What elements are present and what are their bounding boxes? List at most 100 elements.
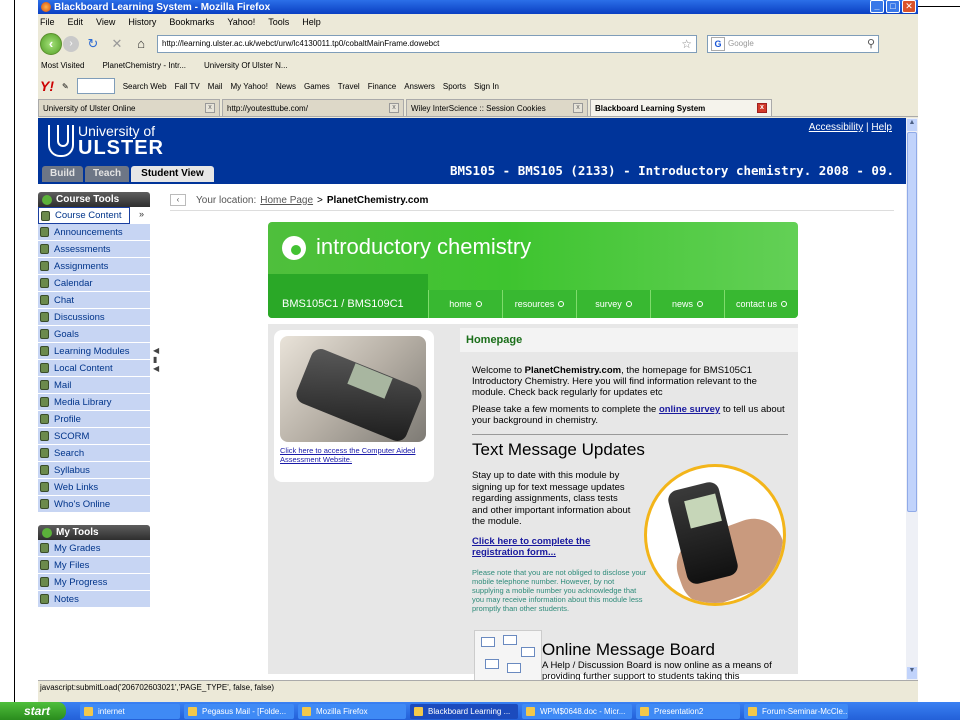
nav-learning-modules[interactable]: Learning Modules: [38, 343, 150, 360]
task-presentation2[interactable]: Presentation2: [636, 703, 740, 719]
menu-news-link[interactable]: news: [650, 290, 724, 318]
yahoo-finance[interactable]: Finance: [368, 82, 396, 91]
pencil-icon[interactable]: ✎: [62, 82, 69, 91]
search-icon[interactable]: ⚲: [867, 37, 875, 50]
nav-discussions[interactable]: Discussions: [38, 309, 150, 326]
menu-view[interactable]: View: [96, 17, 115, 27]
yahoo-search-web[interactable]: Search Web: [123, 82, 167, 91]
task-forum-seminar[interactable]: Forum-Seminar-McCle...: [744, 703, 848, 719]
tab-build[interactable]: Build: [42, 166, 83, 182]
menu-contact-link[interactable]: contact us: [724, 290, 798, 318]
menu-label: resources: [514, 299, 555, 309]
vertical-scrollbar[interactable]: ▲ ▼: [906, 118, 918, 680]
bookmark-ulster[interactable]: University Of Ulster N...: [204, 61, 288, 70]
yahoo-my-yahoo[interactable]: My Yahoo!: [230, 82, 268, 91]
assessment-website-link[interactable]: Click here to access the Computer Aided …: [280, 446, 430, 464]
stop-icon[interactable]: ✕: [107, 36, 127, 52]
nav-announcements[interactable]: Announcements: [38, 224, 150, 241]
reload-icon[interactable]: ↻: [83, 36, 103, 52]
menu-home-link[interactable]: home: [428, 290, 502, 318]
online-survey-link[interactable]: online survey: [659, 404, 720, 415]
nav-local-content[interactable]: Local Content: [38, 360, 150, 377]
task-blackboard[interactable]: Blackboard Learning ...: [410, 703, 518, 719]
bookmark-planetchemistry[interactable]: PlanetChemistry - Intr...: [102, 61, 186, 70]
yahoo-games[interactable]: Games: [304, 82, 330, 91]
yahoo-fall-tv[interactable]: Fall TV: [175, 82, 200, 91]
nav-my-grades[interactable]: My Grades: [38, 540, 150, 557]
nav-scorm[interactable]: SCORM: [38, 428, 150, 445]
menu-tools[interactable]: Tools: [268, 17, 289, 27]
bookmark-most-visited[interactable]: Most Visited: [41, 61, 84, 70]
nav-notes[interactable]: Notes: [38, 591, 150, 608]
yahoo-news[interactable]: News: [276, 82, 296, 91]
home-icon[interactable]: ⌂: [131, 36, 151, 51]
menu-yahoo[interactable]: Yahoo!: [227, 17, 255, 27]
back-icon[interactable]: ‹: [40, 32, 62, 55]
yahoo-mail[interactable]: Mail: [208, 82, 223, 91]
start-button[interactable]: start: [0, 702, 66, 720]
accessibility-link[interactable]: Accessibility: [809, 122, 863, 133]
yahoo-sign-in[interactable]: Sign In: [474, 82, 499, 91]
nav-media-library[interactable]: Media Library: [38, 394, 150, 411]
help-link[interactable]: Help: [871, 122, 892, 133]
menu-file[interactable]: File: [40, 17, 55, 27]
close-button[interactable]: ✕: [902, 0, 916, 13]
tab-close-icon[interactable]: x: [389, 103, 399, 113]
breadcrumb-home-link[interactable]: Home Page: [260, 195, 313, 206]
nav-course-content[interactable]: Course Content »: [38, 207, 144, 224]
nav-calendar[interactable]: Calendar: [38, 275, 150, 292]
tab-ulster-online[interactable]: University of Ulster Online x: [38, 99, 220, 116]
tab-youtesttube[interactable]: http://youtesttube.com/x: [222, 99, 404, 116]
menu-bookmarks[interactable]: Bookmarks: [169, 17, 214, 27]
desktop-left: [0, 0, 38, 702]
task-word-document[interactable]: WPM$0648.doc - Micr...: [522, 703, 632, 719]
tab-student-view[interactable]: Student View: [131, 166, 214, 182]
forward-icon[interactable]: ›: [63, 35, 79, 52]
nav-goals[interactable]: Goals: [38, 326, 150, 343]
nav-web-links[interactable]: Web Links: [38, 479, 150, 496]
scroll-up-icon[interactable]: ▲: [907, 119, 917, 131]
nav-search[interactable]: Search: [38, 445, 150, 462]
menu-edit[interactable]: Edit: [68, 17, 84, 27]
nav-my-files[interactable]: My Files: [38, 557, 150, 574]
yahoo-sports[interactable]: Sports: [443, 82, 466, 91]
yahoo-logo-icon[interactable]: Y!: [40, 78, 54, 94]
yahoo-search-input[interactable]: [76, 78, 115, 94]
tab-close-icon[interactable]: x: [573, 103, 583, 113]
scroll-down-icon[interactable]: ▼: [907, 667, 917, 679]
nav-mail[interactable]: Mail: [38, 377, 150, 394]
menu-history[interactable]: History: [128, 17, 156, 27]
tab-teach[interactable]: Teach: [85, 166, 130, 182]
menu-help[interactable]: Help: [302, 17, 321, 27]
bookmark-star-icon[interactable]: ☆: [681, 37, 692, 51]
minimize-button[interactable]: _: [870, 0, 884, 13]
scroll-thumb[interactable]: [907, 132, 917, 512]
collapse-chevron-icon[interactable]: »: [139, 209, 144, 219]
registration-form-link[interactable]: Click here to complete the registration …: [472, 536, 642, 558]
nav-whos-online[interactable]: Who's Online: [38, 496, 150, 513]
nav-assignments[interactable]: Assignments: [38, 258, 150, 275]
task-pegasus-mail[interactable]: Pegasus Mail - [Folde...: [184, 703, 294, 719]
menu-survey-link[interactable]: survey: [576, 290, 650, 318]
breadcrumb-back-icon[interactable]: ‹: [170, 194, 186, 206]
task-mozilla-firefox[interactable]: Mozilla Firefox: [298, 703, 406, 719]
maximize-button[interactable]: □: [886, 0, 900, 13]
menu-resources-link[interactable]: resources: [502, 290, 576, 318]
course-title: BMS105 - BMS105 (2133) - Introductory ch…: [449, 163, 894, 178]
nav-assessments[interactable]: Assessments: [38, 241, 150, 258]
nav-profile[interactable]: Profile: [38, 411, 150, 428]
collapse-nav-handle[interactable]: ◀ ▮ ◀: [153, 346, 159, 373]
tab-close-icon[interactable]: x: [205, 103, 215, 113]
assessment-card: Click here to access the Computer Aided …: [274, 330, 434, 482]
url-bar[interactable]: http://learning.ulster.ac.uk/webct/urw/l…: [157, 34, 697, 53]
search-box[interactable]: G Google ⚲: [707, 34, 879, 53]
yahoo-answers[interactable]: Answers: [404, 82, 435, 91]
nav-syllabus[interactable]: Syllabus: [38, 462, 150, 479]
nav-my-progress[interactable]: My Progress: [38, 574, 150, 591]
nav-chat[interactable]: Chat: [38, 292, 150, 309]
tab-close-icon[interactable]: x: [757, 103, 767, 113]
task-internet[interactable]: internet: [80, 703, 180, 719]
yahoo-travel[interactable]: Travel: [338, 82, 360, 91]
tab-wiley[interactable]: Wiley InterScience :: Session Cookies x: [406, 99, 588, 116]
tab-blackboard[interactable]: Blackboard Learning System x: [590, 99, 772, 116]
